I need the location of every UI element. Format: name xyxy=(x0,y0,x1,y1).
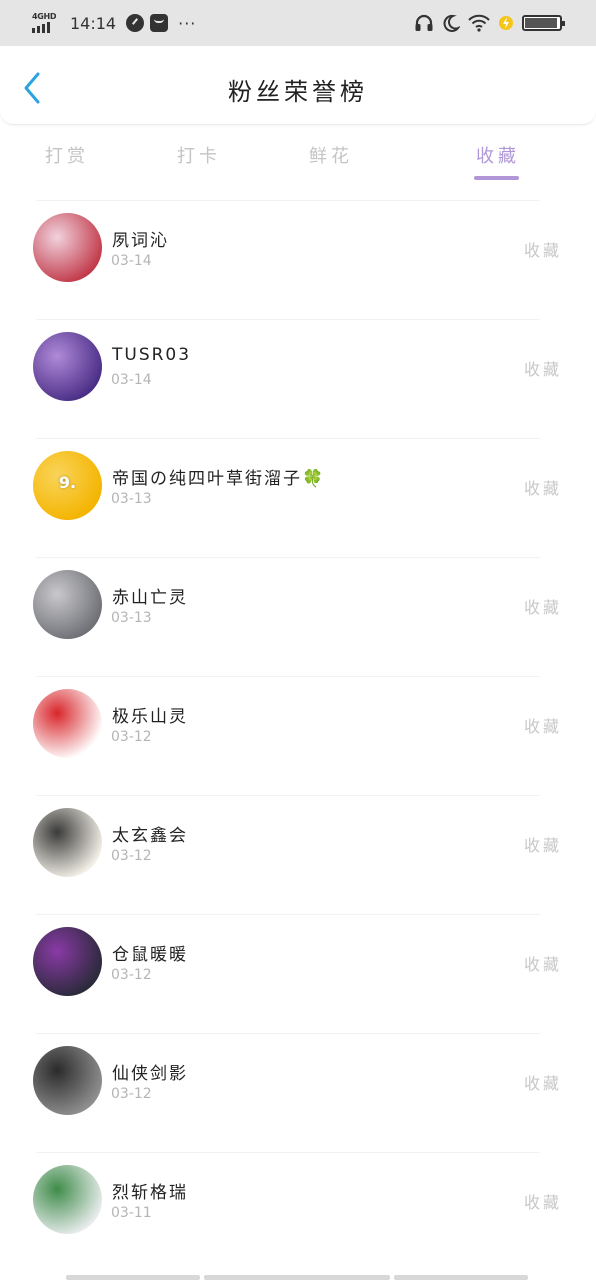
action-label: 收藏 xyxy=(523,360,562,379)
page-title: 粉丝荣誉榜 xyxy=(228,78,368,106)
user-name: 仙侠剑影 xyxy=(112,1064,188,1084)
user-name: 仓鼠暖暖 xyxy=(112,945,188,965)
action-label: 收藏 xyxy=(523,479,562,498)
user-name: 烈斩格瑞 xyxy=(112,1183,188,1203)
clock-icon xyxy=(126,14,145,32)
avatar-badge-text: 9. xyxy=(58,473,77,492)
item-date: 03-12 xyxy=(111,848,152,864)
tab-checkin[interactable]: 打卡 xyxy=(134,124,264,184)
network-type: 4GHD xyxy=(32,12,57,21)
avatar[interactable] xyxy=(33,332,102,401)
user-name: 赤山亡灵 xyxy=(112,588,188,608)
action-label: 收藏 xyxy=(523,598,562,617)
list-item[interactable]: 赤山亡灵 03-13 收藏 xyxy=(0,557,596,676)
list-item[interactable]: 9. 帝国の纯四叶草街溜子🍀 03-13 收藏 xyxy=(0,438,596,557)
list-item[interactable]: 烈斩格瑞 03-11 收藏 xyxy=(0,1152,596,1271)
tab-reward[interactable]: 打赏 xyxy=(0,124,134,184)
avatar[interactable]: 9. xyxy=(33,451,102,520)
list-item[interactable]: 夙词沁 03-14 收藏 xyxy=(0,200,596,319)
user-name: 太玄鑫会 xyxy=(112,826,188,846)
list-item[interactable]: 太玄鑫会 03-12 收藏 xyxy=(0,795,596,914)
item-date: 03-14 xyxy=(111,372,152,388)
status-bar: 4GHD 14:14 ··· xyxy=(0,0,596,46)
avatar[interactable] xyxy=(33,213,102,282)
header: 粉丝荣誉榜 xyxy=(0,46,596,125)
status-time: 14:14 xyxy=(70,13,117,33)
list-item[interactable]: 仙侠剑影 03-12 收藏 xyxy=(0,1033,596,1152)
user-name: 帝国の纯四叶草街溜子🍀 xyxy=(112,469,326,489)
item-date: 03-12 xyxy=(111,1086,152,1102)
action-label: 收藏 xyxy=(523,836,562,855)
battery-icon xyxy=(522,15,565,31)
action-label: 收藏 xyxy=(523,717,562,736)
action-label: 收藏 xyxy=(523,241,562,260)
tab-favorites[interactable]: 收藏 xyxy=(398,124,596,184)
user-name: TUSR03 xyxy=(112,345,192,365)
item-date: 03-11 xyxy=(111,1205,152,1221)
signal-icon: 4GHD xyxy=(32,12,58,34)
user-name: 夙词沁 xyxy=(112,231,169,251)
tab-bar: 打赏 打卡 鲜花 收藏 xyxy=(0,124,596,184)
list-item[interactable]: 仓鼠暖暖 03-12 收藏 xyxy=(0,914,596,1033)
avatar[interactable] xyxy=(33,570,102,639)
item-date: 03-14 xyxy=(111,253,152,269)
action-label: 收藏 xyxy=(523,955,562,974)
wifi-icon xyxy=(468,14,490,32)
more-notifications-icon: ··· xyxy=(178,13,197,33)
avatar[interactable] xyxy=(33,1046,102,1115)
item-date: 03-12 xyxy=(111,967,152,983)
item-date: 03-13 xyxy=(111,491,152,507)
tab-flowers[interactable]: 鲜花 xyxy=(264,124,398,184)
message-icon xyxy=(150,14,169,32)
avatar[interactable] xyxy=(33,689,102,758)
user-name: 极乐山灵 xyxy=(112,707,188,727)
list-item[interactable]: TUSR03 03-14 收藏 xyxy=(0,319,596,438)
list-item[interactable]: 极乐山灵 03-12 收藏 xyxy=(0,676,596,795)
fans-list: 夙词沁 03-14 收藏 TUSR03 03-14 收藏 9. 帝国の纯四叶草街… xyxy=(0,200,596,1271)
charging-icon xyxy=(499,16,513,30)
action-label: 收藏 xyxy=(523,1193,562,1212)
avatar[interactable] xyxy=(33,1165,102,1234)
item-date: 03-12 xyxy=(111,729,152,745)
item-date: 03-13 xyxy=(111,610,152,626)
action-label: 收藏 xyxy=(523,1074,562,1093)
moon-icon xyxy=(443,14,460,32)
headphones-icon xyxy=(415,14,433,31)
bottom-scroll-indicator xyxy=(66,1275,528,1280)
avatar[interactable] xyxy=(33,808,102,877)
avatar[interactable] xyxy=(33,927,102,996)
active-tab-indicator xyxy=(474,176,519,180)
